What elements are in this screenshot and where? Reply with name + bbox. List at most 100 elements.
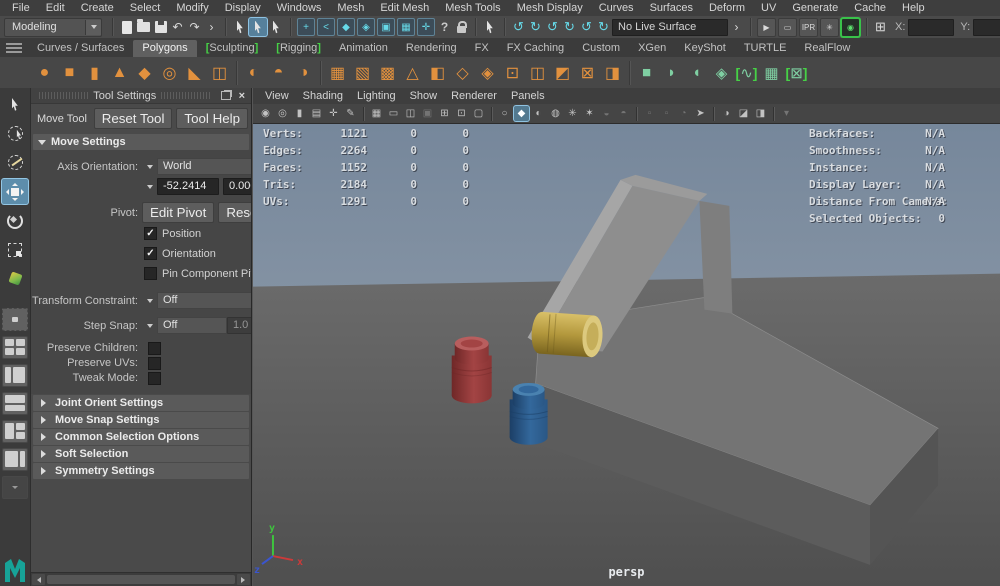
live-surface-field[interactable]: No Live Surface <box>612 18 728 36</box>
menu-item[interactable]: Modify <box>168 0 216 16</box>
isolate-select-icon[interactable]: ➤ <box>693 106 708 121</box>
tool-help-button[interactable]: Tool Help <box>176 108 248 129</box>
sculpt-grab-icon[interactable]: ◈ <box>709 60 734 86</box>
collapsed-section-header[interactable]: Soft Selection <box>33 446 249 462</box>
menu-item[interactable]: Surfaces <box>642 0 701 16</box>
new-scene-icon[interactable] <box>118 19 135 36</box>
save-scene-icon[interactable] <box>152 19 169 36</box>
coordinate-input[interactable] <box>973 18 1000 36</box>
dropdown-arrow-icon[interactable] <box>142 182 157 192</box>
sculpt-erase-icon[interactable]: [⊠] <box>784 60 809 86</box>
ipr-render-icon[interactable]: IPR <box>799 17 818 37</box>
flyout-arrow-icon[interactable]: › <box>728 19 745 36</box>
soft-select-icon[interactable] <box>481 18 499 36</box>
paint-selection-tool[interactable] <box>2 150 28 175</box>
poly-torus-icon[interactable]: ◎ <box>157 60 182 86</box>
scroll-left-icon[interactable] <box>32 574 45 585</box>
poly-cylinder-icon[interactable]: ▮ <box>82 60 107 86</box>
menu-item[interactable]: UV <box>753 0 784 16</box>
menu-set-selector[interactable]: Modeling <box>4 17 102 37</box>
rotate-tool[interactable] <box>2 208 28 233</box>
grid-toggle-icon[interactable]: ▦ <box>369 106 384 121</box>
menu-item[interactable]: Create <box>73 0 122 16</box>
close-icon[interactable]: × <box>236 90 248 102</box>
boolean-union-icon[interactable]: ◐ <box>241 60 266 86</box>
history-queue-icon[interactable]: ↻ <box>561 19 578 36</box>
scale-tool[interactable] <box>2 237 28 262</box>
shelf-tab[interactable]: [Rigging] <box>267 40 330 57</box>
lasso-select-tool[interactable] <box>2 121 28 146</box>
create-polygon-icon[interactable]: △ <box>400 60 425 86</box>
poly-pyramid-icon[interactable]: ◣ <box>182 60 207 86</box>
bridge-icon[interactable]: ◈ <box>475 60 500 86</box>
grease-pencil-icon[interactable]: ✎ <box>343 106 358 121</box>
shelf-tab[interactable]: FX <box>466 40 498 57</box>
toolbar-separator[interactable] <box>112 18 113 36</box>
shelf-tab[interactable]: RealFlow <box>795 40 859 57</box>
gold-cylinder[interactable] <box>530 311 604 358</box>
history-rewind-icon[interactable]: ↻ <box>595 19 612 36</box>
shelf-tab[interactable]: Rendering <box>397 40 466 57</box>
dropdown-arrow-icon[interactable] <box>142 162 157 172</box>
pane-menu-icon[interactable]: ▾ <box>779 106 794 121</box>
toolbar-separator[interactable] <box>290 18 291 36</box>
shadows-icon[interactable]: ✶ <box>582 106 597 121</box>
shaded-icon[interactable]: ◆ <box>514 106 529 121</box>
scroll-right-icon[interactable] <box>237 574 250 585</box>
checkbox[interactable] <box>148 371 161 385</box>
exposure-icon[interactable]: ◔ <box>676 106 691 121</box>
safe-action-icon[interactable]: ⊡ <box>454 106 469 121</box>
checkbox[interactable] <box>144 267 157 280</box>
pan-zoom-icon[interactable]: ✛ <box>326 106 341 121</box>
viewport-menu-item[interactable]: Panels <box>504 88 552 104</box>
step-snap-select[interactable]: Off <box>157 317 227 334</box>
checkbox[interactable]: ✓ <box>144 227 157 240</box>
flyout-arrow-icon[interactable]: › <box>203 19 220 36</box>
select-by-hierarchy-icon[interactable] <box>231 18 249 36</box>
checkbox[interactable] <box>148 341 161 355</box>
menu-item[interactable]: Windows <box>269 0 330 16</box>
shelf-tab[interactable]: Custom <box>573 40 629 57</box>
popout-icon[interactable] <box>220 91 231 100</box>
subdiv-proxy-icon[interactable]: ▧ <box>350 60 375 86</box>
blue-cylinder[interactable] <box>509 382 548 445</box>
xray-icon[interactable]: ▫ <box>642 106 657 121</box>
shelf-tab[interactable]: Animation <box>330 40 397 57</box>
film-gate-icon[interactable]: ▭ <box>386 106 401 121</box>
drag-handle[interactable] <box>161 92 211 99</box>
viewport-menu-item[interactable]: Show <box>403 88 445 104</box>
collapsed-section-header[interactable]: Symmetry Settings <box>33 463 249 479</box>
make-live-icon[interactable]: ▦ <box>397 18 415 36</box>
offset-edge-loop-icon[interactable]: ◩ <box>550 60 575 86</box>
lock-camera-icon[interactable]: ◎ <box>275 106 290 121</box>
motion-blur-icon[interactable]: ◓ <box>616 106 631 121</box>
toolbar-separator[interactable] <box>750 18 751 36</box>
snap-to-view-planes-icon[interactable]: ▣ <box>377 18 395 36</box>
bevel-icon[interactable]: ◇ <box>450 60 475 86</box>
field-chart-icon[interactable]: ⊞ <box>437 106 452 121</box>
boolean-difference-icon[interactable]: ◓ <box>266 60 291 86</box>
menu-item[interactable]: Deform <box>701 0 753 16</box>
combine-icon[interactable]: ◑ <box>291 60 316 86</box>
smooth-icon[interactable]: ▩ <box>375 60 400 86</box>
resolution-gate-icon[interactable]: ◫ <box>403 106 418 121</box>
tool-settings-titlebar[interactable]: Tool Settings × <box>31 88 251 104</box>
collapsed-section-header[interactable]: Move Snap Settings <box>33 412 249 428</box>
toolbar-separator[interactable] <box>475 18 476 36</box>
sculpt-flood-icon[interactable]: ■ <box>634 60 659 86</box>
coordinate-input[interactable] <box>908 18 955 36</box>
shelf-tab[interactable]: KeyShot <box>675 40 735 57</box>
sculpt-smooth-icon[interactable]: ◗ <box>659 60 684 86</box>
gate-mask-icon[interactable]: ▣ <box>420 106 435 121</box>
snapshot-icon[interactable]: ◨ <box>753 106 768 121</box>
shelf-tab[interactable]: Polygons <box>133 40 197 57</box>
menu-item[interactable]: Mesh Tools <box>437 0 508 16</box>
sculpt-relax-icon[interactable]: ◖ <box>684 60 709 86</box>
menu-item[interactable]: Edit Mesh <box>372 0 437 16</box>
scrollbar-thumb[interactable] <box>47 575 235 584</box>
dropdown-arrow-icon[interactable] <box>142 321 157 331</box>
open-scene-icon[interactable] <box>135 19 152 36</box>
poly-cone-icon[interactable]: ▲ <box>107 60 132 86</box>
red-cylinder[interactable] <box>451 336 492 404</box>
shelf-tab[interactable]: TURTLE <box>735 40 796 57</box>
